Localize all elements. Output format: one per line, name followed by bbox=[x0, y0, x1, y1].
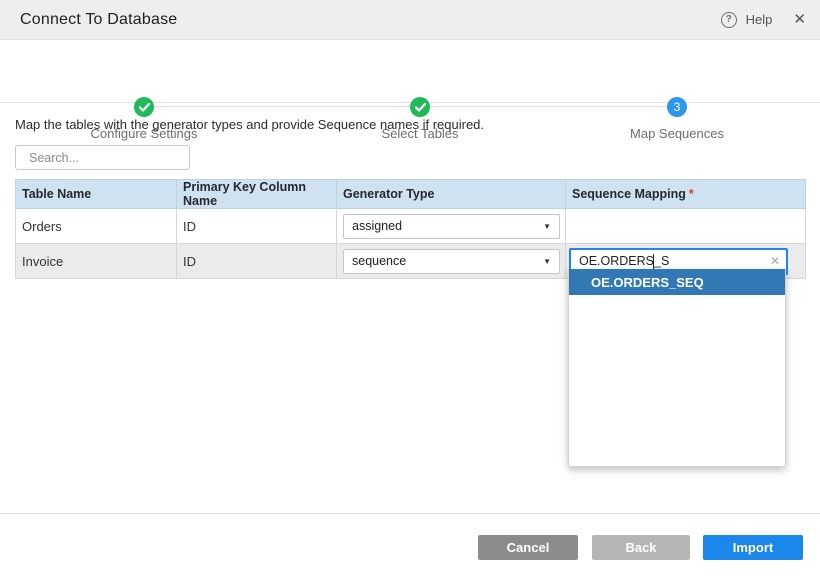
close-icon[interactable]: ✕ bbox=[793, 12, 806, 27]
generator-type-value: assigned bbox=[352, 219, 402, 233]
page-description: Map the tables with the generator types … bbox=[15, 117, 484, 132]
cell-generator-type: sequence ▼ bbox=[337, 244, 566, 279]
dialog-titlebar: Connect To Database ? Help ✕ bbox=[0, 0, 820, 40]
step-complete-check-icon bbox=[134, 97, 154, 117]
cell-table-name: Orders bbox=[16, 209, 177, 244]
column-header-table-name: Table Name bbox=[16, 180, 177, 209]
chevron-down-icon: ▼ bbox=[543, 257, 551, 266]
cell-primary-key: ID bbox=[177, 244, 337, 279]
wizard-stepper: Configure Settings Select Tables 3 Map S… bbox=[0, 41, 820, 103]
help-button[interactable]: Help bbox=[746, 12, 773, 27]
cell-sequence-mapping-empty[interactable] bbox=[566, 209, 806, 244]
text-caret bbox=[653, 254, 654, 269]
table-row-orders: Orders ID assigned ▼ bbox=[16, 209, 806, 244]
footer-divider bbox=[0, 513, 820, 514]
titlebar-actions: ? Help ✕ bbox=[721, 12, 806, 28]
connect-to-database-dialog: Connect To Database ? Help ✕ Configure S… bbox=[0, 0, 820, 578]
step-label: Map Sequences bbox=[597, 126, 757, 141]
generator-type-select[interactable]: sequence ▼ bbox=[343, 249, 560, 274]
step-number-badge: 3 bbox=[667, 97, 687, 117]
sequence-autocomplete-dropdown: OE.ORDERS_SEQ bbox=[568, 269, 786, 467]
required-marker: * bbox=[689, 187, 694, 201]
chevron-down-icon: ▼ bbox=[543, 222, 551, 231]
table-header-row: Table Name Primary Key Column Name Gener… bbox=[16, 180, 806, 209]
clear-icon[interactable]: ✕ bbox=[770, 254, 780, 268]
help-icon[interactable]: ? bbox=[721, 12, 737, 28]
step-complete-check-icon bbox=[410, 97, 430, 117]
cell-primary-key: ID bbox=[177, 209, 337, 244]
column-header-sequence-mapping: Sequence Mapping* bbox=[566, 180, 806, 209]
cancel-button[interactable]: Cancel bbox=[478, 535, 578, 560]
dialog-title: Connect To Database bbox=[20, 11, 177, 29]
cell-generator-type: assigned ▼ bbox=[337, 209, 566, 244]
generator-type-select[interactable]: assigned ▼ bbox=[343, 214, 560, 239]
import-button[interactable]: Import bbox=[703, 535, 803, 560]
search-input[interactable] bbox=[29, 151, 190, 165]
step-map-sequences[interactable]: 3 Map Sequences bbox=[597, 41, 757, 141]
generator-type-value: sequence bbox=[352, 254, 406, 268]
autocomplete-option[interactable]: OE.ORDERS_SEQ bbox=[569, 269, 785, 295]
sequence-mapping-table: Table Name Primary Key Column Name Gener… bbox=[15, 179, 806, 279]
column-header-generator-type: Generator Type bbox=[337, 180, 566, 209]
search-box bbox=[15, 145, 190, 170]
column-header-primary-key: Primary Key Column Name bbox=[177, 180, 337, 209]
cell-table-name: Invoice bbox=[16, 244, 177, 279]
back-button[interactable]: Back bbox=[592, 535, 690, 560]
